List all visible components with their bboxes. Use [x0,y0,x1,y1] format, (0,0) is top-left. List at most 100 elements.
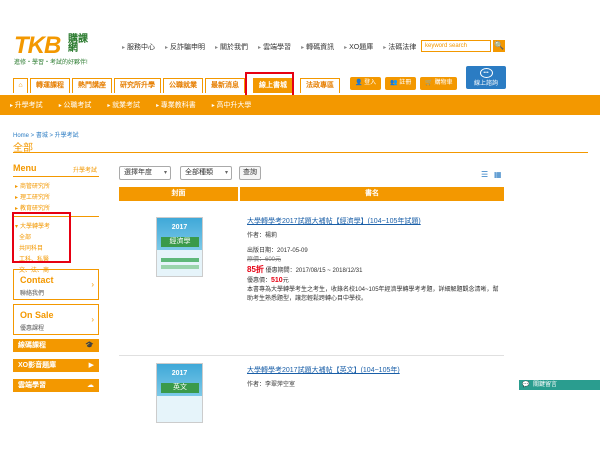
cover-year: 2017 [171,370,188,377]
highlight-box-transfer [12,212,71,263]
register-label: 註冊 [399,80,412,86]
tab-graduate[interactable]: 研究所升學 [114,78,161,93]
sidebar-item-business[interactable]: 商管研究所 [13,180,99,191]
cover-stripe [161,258,199,262]
logo-slogan: 進修・學習・考試的好夥伴! [14,60,88,66]
book-info: 大學轉學考2017試題大補帖【英文】(104~105年) 作者：李翠萍空室 [247,366,502,390]
list-view-icon[interactable]: ☰ [481,170,488,179]
type-select[interactable]: 全部種類 ▾ [180,166,232,180]
col-name: 書名 [240,187,504,201]
book-pubdate: 出版日期：2017-05-09 [247,247,502,256]
breadcrumb[interactable]: Home > 書城 > 升學考試 [13,130,79,139]
type-select-value: 全部種類 [185,169,213,176]
author-label: 作者： [247,233,266,239]
tab-civil-service[interactable]: 公職就業 [163,78,203,93]
logo-kz: 購課網 [68,34,88,54]
contact-box[interactable]: Contact 聯絡我們 › [13,269,99,300]
play-icon: ▶ [88,362,94,369]
author-value: 楊莉 [265,233,278,239]
sidebar-divider [13,176,99,177]
cart-label: 購物車 [434,80,453,86]
book-description: 本書專為大學轉學考生之考生，收錄名校104~105年經濟學轉學考考題，詳細解題觀… [247,287,499,302]
cover-subject: 經濟學 [161,237,199,247]
account-buttons: 👤 登入 👥 註冊 🛒 購物車 [350,77,458,90]
login-button[interactable]: 👤 登入 [350,77,382,90]
sub-nav-entrance[interactable]: 升學考試 [10,100,43,110]
pubdate-value: 2017-05-09 [277,248,308,254]
search-icon[interactable]: 🔍 [493,40,505,52]
sidebar-bar-xo-label: XO影音題庫 [18,362,57,369]
tab-law-area[interactable]: 法政專區 [300,78,340,93]
contact-title: Contact [20,275,54,285]
grid-view-icon[interactable]: ▦ [494,170,502,179]
author-value: 李翠萍空室 [265,382,296,388]
top-nav-antifraud[interactable]: 反詐騙申明 [165,42,205,52]
chevron-down-icon: ▾ [224,170,228,176]
discount-period: 優惠期間：2017/08/15 ~ 2018/12/31 [263,268,363,274]
sidebar-bar-cloud[interactable]: 雲端學習 ☁ [13,379,99,392]
sidebar-bar-course-label: 線碼課程 [18,342,46,349]
top-nav: 服務中心 反詐騙申明 關於我們 雲端學習 轉碼資訊 XO題庫 法碼法律 [122,42,416,52]
onsale-box[interactable]: On Sale 優惠課程 › [13,304,99,335]
cloud-icon: ☁ [87,382,94,389]
book-info: 大學轉學考2017試題大補帖【經濟學】(104~105年試題) 作者：楊莉 出版… [247,217,502,304]
book-title-link[interactable]: 大學轉學考2017試題大補帖【經濟學】(104~105年試題) [247,217,502,226]
online-consult-label: 線上諮詢 [473,81,498,87]
book-cover[interactable]: 2017 英文 [156,363,203,423]
top-nav-law[interactable]: 法碼法律 [383,42,416,52]
discount-line: 85折 優惠期間：2017/08/15 ~ 2018/12/31 [247,265,502,276]
graduation-cap-icon: 🎓 [85,342,94,349]
online-consult-button[interactable]: ••• 線上諮詢 [466,66,506,89]
page: TKB 購課網 進修・學習・考試的好夥伴! 服務中心 反詐騙申明 關於我們 雲端… [0,0,600,450]
book-author: 作者：李翠萍空室 [247,381,502,390]
top-nav-about[interactable]: 關於我們 [215,42,248,52]
header: TKB 購課網 進修・學習・考試的好夥伴! 服務中心 反詐騙申明 關於我們 雲端… [0,0,600,98]
top-nav-service[interactable]: 服務中心 [122,42,155,52]
top-nav-xo[interactable]: XO題庫 [344,42,373,52]
book-cover[interactable]: 2017 經濟學 [156,217,203,277]
sub-nav-highschool[interactable]: 高中升大學 [212,100,251,110]
tab-hot-lecture[interactable]: 熱門講座 [72,78,112,93]
sub-nav-textbook[interactable]: 專業教科書 [156,100,196,110]
sidebar-bar-cloud-label: 雲端學習 [18,382,46,389]
sidebar-bar-course[interactable]: 線碼課程 🎓 [13,339,99,352]
col-cover: 封面 [119,187,238,201]
sale-price: 510 [271,277,283,284]
query-button[interactable]: 查詢 [239,166,261,180]
home-icon[interactable]: ⌂ [13,78,28,93]
top-nav-cloud[interactable]: 雲端學習 [258,42,291,52]
tab-transfer-course[interactable]: 轉運課程 [30,78,70,93]
cover-stripe [161,265,199,269]
sub-nav: 升學考試 公職考試 就業考試 專業教科書 高中升大學 [10,100,252,110]
chevron-right-icon: › [91,280,94,289]
chat-bubble-icon: ••• [479,68,493,78]
sale-label: 優惠價： [247,278,272,284]
book-title-link[interactable]: 大學轉學考2017試題大補帖【英文】(104~105年) [247,366,502,375]
register-button[interactable]: 👥 註冊 [385,77,417,90]
onsale-title: On Sale [20,310,54,320]
top-nav-transcode[interactable]: 轉碼資訊 [301,42,334,52]
table-header: 封面 書名 [119,187,504,201]
year-select[interactable]: 選擇年度 ▾ [119,166,171,180]
sidebar-bar-xo[interactable]: XO影音題庫 ▶ [13,359,99,372]
author-label: 作者： [247,382,266,388]
cover-subject: 英文 [161,383,199,393]
sidebar-item-engineering[interactable]: 理工研究所 [13,191,99,202]
search-input[interactable]: keyword search [421,40,491,52]
logo-tkb: TKB [14,32,61,59]
chat-widget[interactable]: 關鍵留言 [519,380,600,390]
chevron-right-icon: › [91,315,94,324]
sale-unit: 元 [282,278,289,284]
year-select-value: 選擇年度 [124,169,152,176]
sub-nav-employment[interactable]: 就業考試 [107,100,140,110]
tab-news[interactable]: 最新消息 [205,78,245,93]
pubdate-label: 出版日期： [247,248,278,254]
logo[interactable]: TKB 購課網 進修・學習・考試的好夥伴! [14,32,104,68]
cart-button[interactable]: 🛒 購物車 [420,77,458,90]
sub-nav-civil[interactable]: 公職考試 [59,100,91,110]
sale-price-line: 優惠價：510元 [247,276,502,286]
contact-subtitle: 聯絡我們 [20,291,45,297]
discount-badge: 85折 [247,265,264,274]
orig-price: 原價：600元 [247,257,282,263]
book-author: 作者：楊莉 [247,232,502,241]
